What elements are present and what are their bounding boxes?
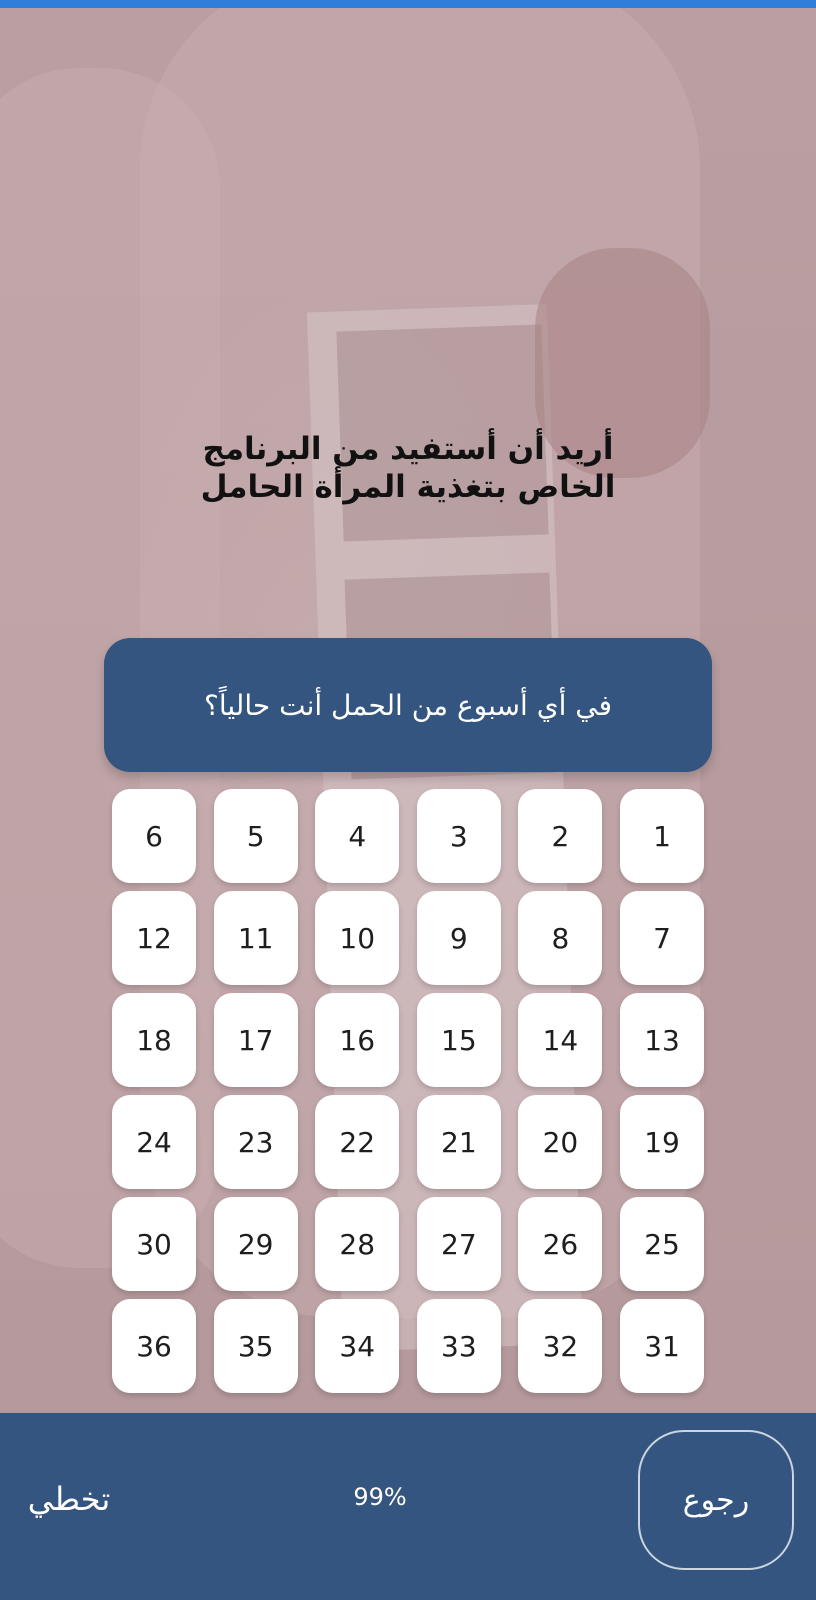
progress-percentage: 99% (353, 1483, 407, 1511)
week-button-3[interactable]: 3 (416, 789, 501, 883)
week-button-1[interactable]: 1 (620, 789, 704, 883)
week-button-34[interactable]: 34 (315, 1299, 400, 1393)
week-button-12[interactable]: 12 (112, 891, 197, 985)
week-button-4[interactable]: 4 (315, 789, 400, 883)
week-button-32[interactable]: 32 (518, 1299, 603, 1393)
week-button-10[interactable]: 10 (315, 891, 400, 985)
week-button-27[interactable]: 27 (416, 1197, 501, 1291)
week-button-13[interactable]: 13 (620, 993, 704, 1087)
skip-button[interactable]: تخطي (14, 1471, 124, 1527)
week-button-31[interactable]: 31 (620, 1299, 704, 1393)
week-button-11[interactable]: 11 (213, 891, 298, 985)
week-button-30[interactable]: 30 (112, 1197, 197, 1291)
week-button-17[interactable]: 17 (213, 993, 298, 1087)
week-button-8[interactable]: 8 (518, 891, 603, 985)
week-button-36[interactable]: 36 (112, 1299, 197, 1393)
week-button-14[interactable]: 14 (518, 993, 603, 1087)
week-button-25[interactable]: 25 (620, 1197, 704, 1291)
week-button-29[interactable]: 29 (213, 1197, 298, 1291)
week-button-33[interactable]: 33 (416, 1299, 501, 1393)
bottom-navigation-bar: رجوع 99% تخطي (0, 1413, 816, 1600)
week-button-23[interactable]: 23 (213, 1095, 298, 1189)
week-button-7[interactable]: 7 (620, 891, 704, 985)
week-button-5[interactable]: 5 (213, 789, 298, 883)
week-button-22[interactable]: 22 (315, 1095, 400, 1189)
question-banner: في أي أسبوع من الحمل أنت حالياً؟ (104, 638, 712, 772)
week-button-21[interactable]: 21 (416, 1095, 501, 1189)
week-button-19[interactable]: 19 (620, 1095, 704, 1189)
page-title: أريد أن أستفيد من البرنامج الخاص بتغذية … (200, 431, 616, 505)
week-button-28[interactable]: 28 (315, 1197, 400, 1291)
week-button-6[interactable]: 6 (112, 789, 197, 883)
week-button-2[interactable]: 2 (518, 789, 603, 883)
question-text: في أي أسبوع من الحمل أنت حالياً؟ (203, 688, 613, 722)
week-button-20[interactable]: 20 (518, 1095, 603, 1189)
week-button-9[interactable]: 9 (416, 891, 501, 985)
back-button[interactable]: رجوع (638, 1430, 794, 1570)
week-button-18[interactable]: 18 (112, 993, 197, 1087)
week-button-16[interactable]: 16 (315, 993, 400, 1087)
top-accent-bar (0, 0, 816, 8)
week-selector-grid: 1 2 3 4 5 6 7 8 9 10 11 12 13 14 15 16 17 18 19 20 21 22 23 24 2… (112, 789, 704, 1393)
week-button-35[interactable]: 35 (213, 1299, 298, 1393)
week-button-24[interactable]: 24 (112, 1095, 197, 1189)
week-button-15[interactable]: 15 (416, 993, 501, 1087)
week-button-26[interactable]: 26 (518, 1197, 603, 1291)
